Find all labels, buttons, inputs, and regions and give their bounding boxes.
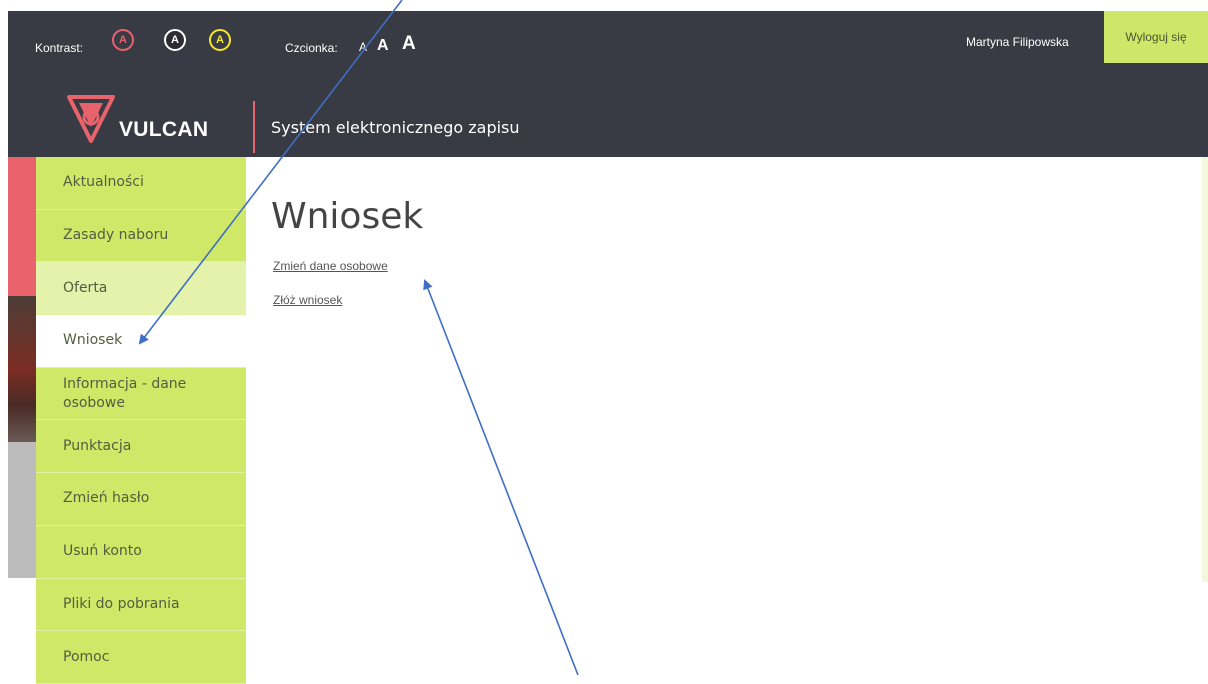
sidebar-item-punktacja[interactable]: Punktacja [36, 420, 246, 474]
sidebar-item-informacja-dane-osobowe[interactable]: Informacja - dane osobowe [36, 367, 246, 421]
page-title: Wniosek [271, 196, 424, 237]
sidebar-item-label: Punktacja [63, 437, 132, 454]
sidebar-item-label: Informacja - dane osobowe [63, 375, 187, 411]
font-small-button[interactable]: A [359, 40, 367, 54]
annotation-arrow-to-link [423, 279, 579, 675]
sidebar-item-label: Oferta [63, 279, 108, 296]
sidebar-item-label: Wniosek [63, 332, 123, 349]
system-title: System elektronicznego zapisu [271, 118, 520, 137]
sidebar-item-label: Zasady naboru [63, 227, 169, 244]
decorative-band-photo [8, 296, 36, 442]
decorative-band-grey [8, 442, 36, 578]
sidebar-menu: Aktualności Zasady naboru Oferta Wniosek… [36, 157, 246, 684]
logo-divider [253, 101, 255, 153]
logo-text: VULCAN [119, 118, 209, 141]
font-size-label: Czcionka: [285, 41, 338, 55]
sidebar-item-label: Aktualności [63, 174, 144, 191]
sidebar-item-oferta[interactable]: Oferta [36, 262, 246, 316]
right-edge-strip [1202, 157, 1208, 582]
top-bar: Kontrast: A A A Czcionka: A A A Martyna … [8, 11, 1208, 157]
vulcan-logo-icon[interactable] [67, 93, 115, 149]
user-name: Martyna Filipowska [966, 35, 1069, 49]
font-large-button[interactable]: A [402, 33, 416, 55]
sidebar-item-label: Usuń konto [63, 543, 142, 560]
sidebar-item-wniosek[interactable]: Wniosek [36, 315, 246, 368]
sidebar-item-label: Pomoc [63, 648, 110, 665]
sidebar-item-zmien-haslo[interactable]: Zmień hasło [36, 473, 246, 526]
sidebar-item-pliki-do-pobrania[interactable]: Pliki do pobrania [36, 578, 246, 632]
contrast-red-button[interactable]: A [112, 29, 134, 51]
logout-button[interactable]: Wyloguj się [1104, 11, 1208, 63]
sidebar-item-aktualnosci[interactable]: Aktualności [36, 157, 246, 210]
sidebar-item-pomoc[interactable]: Pomoc [36, 631, 246, 684]
decorative-band-red [8, 157, 36, 296]
contrast-white-button[interactable]: A [164, 29, 186, 51]
change-personal-data-link[interactable]: Zmień dane osobowe [273, 259, 388, 273]
contrast-label: Kontrast: [35, 41, 84, 55]
contrast-yellow-button[interactable]: A [209, 29, 231, 51]
font-medium-button[interactable]: A [377, 37, 389, 55]
sidebar-item-usun-konto[interactable]: Usuń konto [36, 525, 246, 579]
submit-application-link[interactable]: Złóż wniosek [273, 293, 342, 307]
sidebar-item-label: Pliki do pobrania [63, 595, 180, 612]
sidebar-item-label: Zmień hasło [63, 490, 150, 507]
sidebar-item-zasady-naboru[interactable]: Zasady naboru [36, 209, 246, 263]
